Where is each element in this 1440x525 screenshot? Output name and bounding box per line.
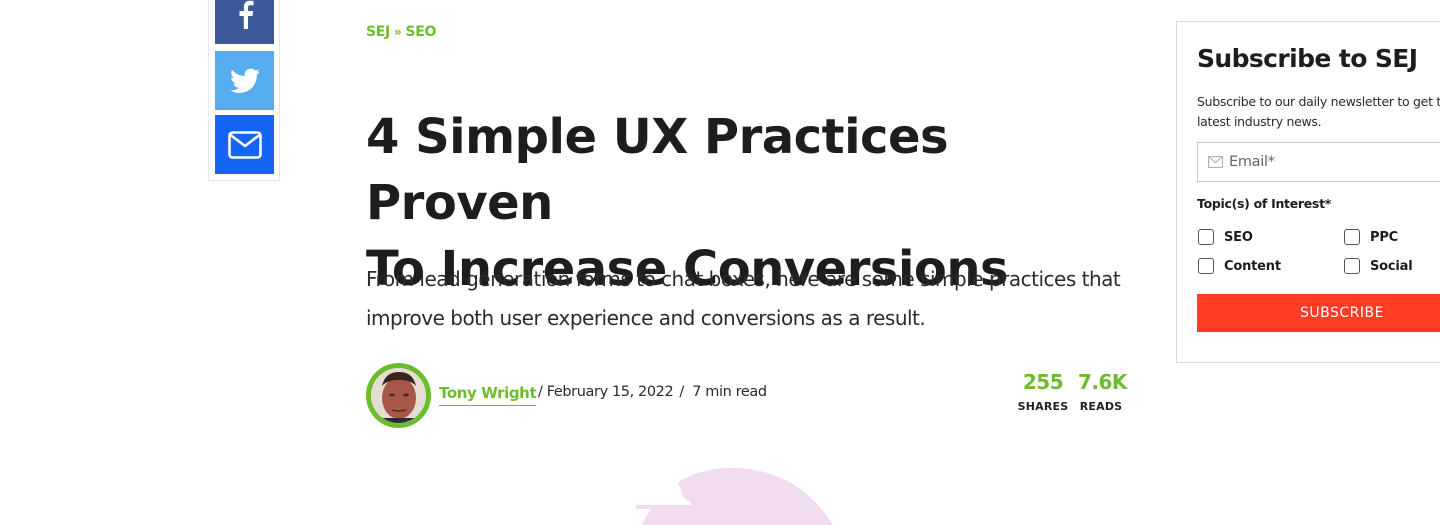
shares-label: SHARES — [1017, 400, 1069, 413]
topic-label: SEO — [1224, 229, 1253, 245]
topic-checkbox-ppc[interactable]: PPC — [1344, 229, 1398, 245]
twitter-share-button[interactable] — [215, 51, 274, 110]
facebook-share-button[interactable] — [215, 0, 274, 44]
topic-checkbox-seo[interactable]: SEO — [1198, 229, 1253, 245]
checkbox[interactable] — [1198, 258, 1214, 274]
twitter-icon — [229, 68, 260, 93]
author-photo — [371, 368, 426, 423]
topic-checkbox-content[interactable]: Content — [1198, 258, 1281, 274]
publish-date: / February 15, 2022 — [538, 384, 674, 400]
breadcrumb: SEJ » SEO — [366, 24, 436, 40]
hero-image — [636, 467, 834, 525]
topics-label: Topic(s) of Interest* — [1197, 196, 1331, 211]
article-lead: From lead generation forms to chat boxes… — [366, 267, 1121, 330]
topic-label: PPC — [1370, 229, 1398, 245]
topic-label: Content — [1224, 258, 1281, 274]
breadcrumb-link-seo[interactable]: SEO — [405, 24, 436, 40]
checkbox[interactable] — [1344, 229, 1360, 245]
checkbox[interactable] — [1344, 258, 1360, 274]
topic-checkbox-social[interactable]: Social — [1344, 258, 1413, 274]
subscribe-widget: Subscribe to SEJ Subscribe to our daily … — [1176, 21, 1440, 363]
email-input[interactable] — [1229, 154, 1429, 170]
reads-stat: 7.6K READS — [1078, 370, 1127, 413]
email-share-button[interactable] — [215, 115, 274, 174]
checkbox[interactable] — [1198, 229, 1214, 245]
breadcrumb-link-sej[interactable]: SEJ — [366, 24, 390, 40]
email-field[interactable] — [1197, 142, 1440, 182]
subscribe-button[interactable]: SUBSCRIBE — [1197, 294, 1440, 332]
topic-label: Social — [1370, 258, 1413, 274]
envelope-icon — [227, 130, 262, 159]
reads-label: READS — [1079, 400, 1123, 413]
subscribe-description: Subscribe to our daily newsletter to get… — [1197, 94, 1440, 129]
article-meta: / February 15, 2022 / 7 min read — [538, 384, 767, 400]
shares-stat: 255 SHARES — [1016, 370, 1070, 413]
reads-count: 7.6K — [1078, 370, 1127, 394]
subscribe-title: Subscribe to SEJ — [1197, 44, 1418, 73]
author-avatar[interactable] — [366, 363, 431, 428]
read-time: / 7 min read — [679, 384, 767, 400]
author-name-link[interactable]: Tony Wright — [439, 384, 537, 406]
article-title-line-1: 4 Simple UX Practices Proven — [366, 109, 949, 231]
facebook-icon — [239, 0, 253, 29]
shares-count: 255 — [1022, 370, 1064, 394]
breadcrumb-separator: » — [393, 25, 402, 39]
envelope-icon — [1208, 156, 1223, 168]
social-share-bar — [208, 0, 280, 181]
